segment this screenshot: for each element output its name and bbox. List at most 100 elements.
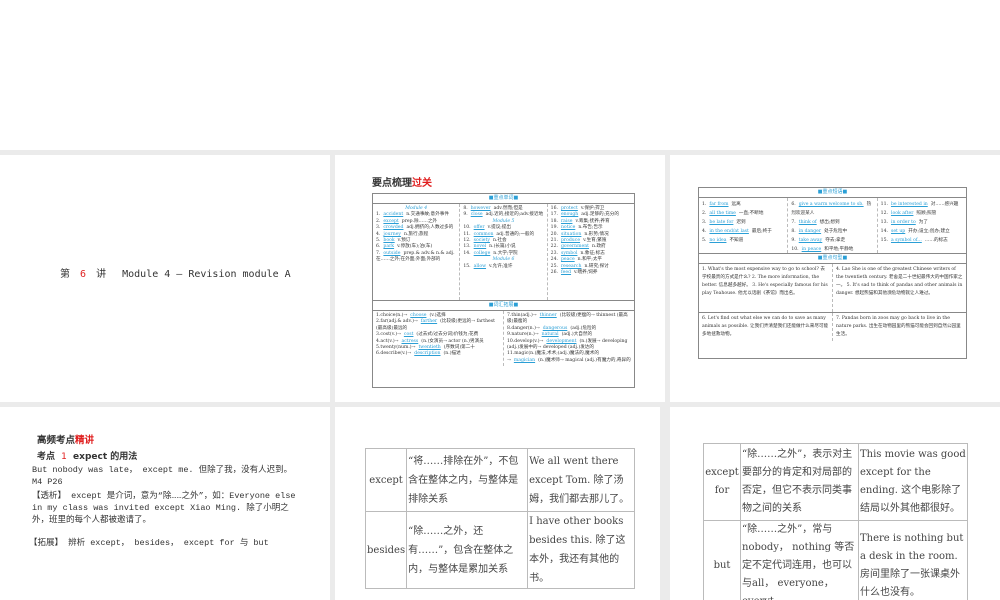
table-row: besides “除……之外，还有……”，包含在整体之内，与整体是累加关系 I ha… [364,511,635,589]
list-item: 9. close adj.近的;接近的;adv.接近地 [463,212,543,218]
item-number: 18. [550,218,558,224]
key-words-header: ■重点单词■ [373,194,634,204]
point-heading: 考点 1 expect 的用法 [37,449,137,462]
item-text: 不知道 [729,238,744,243]
slide-thumbnail-4[interactable]: 高频考点精讲 考点 1 expect 的用法 But nobody was la… [0,407,330,600]
item-text: (n.)描述 [443,351,461,357]
item-text: (adj.)大自然的 [561,332,593,338]
phrases-col-2: 6. give a warm welcome to sb. 热烈欢迎某人 7. thin… [788,198,878,254]
item-number: 14. [880,229,888,234]
item-text: n.象征;标志 [580,250,605,256]
answer-word: give a warm welcome to sb. [798,202,864,207]
slide-thumbnail-3[interactable]: ■重点短语■ 1. far from 远离 2. all the time 一直;不断地 3… [670,155,1000,402]
item-text: n.交通事故;意外事件 [406,212,449,218]
answer-word: in order to [890,220,916,225]
key-phrases-header: ■重点短语■ [699,188,966,198]
item-number: 8.danger(n.)→ [507,325,540,331]
item-text: v.允许;准许 [489,263,513,269]
item-number: 10. [791,247,799,252]
word-cell: except for [703,443,741,521]
item-number: 23. [550,250,558,256]
word-cell: but [703,520,741,600]
point-number: 1 [61,452,67,462]
point-label: 考点 [37,452,56,462]
module-title: Module 4 — Revision module A [122,269,291,280]
item-number: 13. [463,244,471,250]
item-number: 13. [880,220,888,225]
item-number: 3.cost(v.)→ [376,332,401,338]
slide-thumbnail-6[interactable]: except for “除……之外”，表示对主要部分的肯定和对局部的否定，但它不表… [670,407,1000,600]
meaning-cell: “将……排除在外”，不包含在整体之内，与整体是排除关系 [406,448,529,512]
title-black: 要点梳理 [372,178,412,189]
item-number: 2.far(adj.& adv.)→ [376,319,418,325]
answer-word: far from [709,202,729,207]
table-row: except “将……排除在外”，不包含在整体之内，与整体是排除关系 We all … [364,448,635,512]
example-cell: This movie was good except for the endin… [858,443,968,521]
answer-word: offer [473,225,485,231]
answer-word: cost [403,332,414,338]
title-prefix: 第 [60,269,70,280]
answer-word: research [560,263,582,269]
key-phrases-columns: 1. far from 远离 2. all the time 一直;不断地 3. be lat… [699,198,966,254]
item-number: 15. [463,263,471,269]
item-number: 11. [463,231,471,237]
words-col-2: 8. however adv.然而;但是 9. close adj.近的;接近的;adv.… [460,204,548,300]
item-text: n.形势;情况 [584,231,609,237]
item-number: 21. [550,238,558,244]
item-text: 一直;不断地 [738,211,764,216]
item-text: adj.普通的;一般的 [496,231,535,237]
list-item: 7.thin(adj.)→ thinner (比较级)更瘦的→ thinnest (… [507,313,631,326]
words-col-1: Module 4 1. accident n.交通事故;意外事件 2. except pre… [373,204,461,300]
sentences-row-2: 6. Let's find out what else we can do to… [699,313,966,341]
item-text: v.预订 [397,238,411,244]
item-number: 4.act(v.)→ [376,338,399,344]
item-text: n.布告;告示 [578,225,603,231]
list-item: 7. think of 想出;想到 [791,218,873,227]
item-text: n.社会 [492,238,507,244]
answer-word: all the time [709,211,736,216]
list-item: 26. feed v.喂养;饲养 [551,270,631,276]
item-text: (n.)女演员→ actor (n.)男演员 [421,338,484,344]
list-item: 15. a symbol of... ……的标志 [881,236,963,245]
table-row: but “除……之外”，常与nobody， nothing 等否定不定代词连用，也… [703,520,968,600]
item-text: 想出;想到 [819,220,840,225]
item-number: 5.twenty(num.)→ [376,345,416,351]
title-suffix: 讲 [96,269,107,280]
answer-word: except [383,218,399,224]
answer-word: notice [560,225,576,231]
heading-red: 精讲 [75,435,95,446]
item-text: 照顾;照管 [916,211,937,216]
item-number: 26. [550,270,558,276]
item-text: 开办;设立;创办;建立 [908,229,950,234]
item-text: n.旅行;旅程 [404,231,429,237]
answer-word: crowded [383,225,404,231]
slide-thumbnail-1[interactable]: 第 6 讲 Module 4 — Revision module A [0,155,330,402]
list-item: 9. take away 夺去;拿走 [791,236,873,245]
item-text: (n.)魔术师→ magical (adj.)有魔力的,奇异的 [538,357,631,363]
answer-word: close [470,212,483,218]
list-item: 4. in the end/at last 最后;终于 [702,227,784,236]
item-text: prep.除……之外 [401,218,438,224]
word-extension-header: ■词汇拓展■ [373,301,634,311]
answer-word: enough [560,212,579,218]
list-item: 10. in peace 和平地;平静地 [791,245,873,254]
list-item: 11.magic(n.)魔法,术术;(adj.)魔法的,魔术的→ magician… [507,351,631,364]
slide-thumbnail-2[interactable]: 要点梳理过关 ■重点单词■ Module 4 1. accident n.交通事故;意… [335,155,665,402]
answer-word: magician [513,357,536,363]
item-number: 1.choice(n.)→ [376,313,408,318]
item-number: 11. [880,202,888,207]
example-cell: There is nothing but a desk in the room.… [858,520,968,600]
item-number: 10. [463,225,471,231]
meaning-cell: “除……之外”，常与nobody， nothing 等否定不定代词连用，也可以与… [740,520,859,600]
item-number: 22. [550,244,558,250]
answer-word: symbol [560,250,578,256]
slide-thumbnail-5[interactable]: except “将……排除在外”，不包含在整体之内，与整体是排除关系 We all … [335,407,660,600]
item-number: 16. [550,206,558,211]
meaning-cell: “除……之外”，表示对主要部分的肯定和对局部的否定，但它不表示同类事物之间的关系 [740,443,859,521]
phrases-worksheet: ■重点短语■ 1. far from 远离 2. all the time 一直;不断地 3… [698,187,967,359]
words-col-3: 16. protect v.保护;捍卫 17. enough adj.足够的;充分的 18.… [548,204,634,300]
item-text: adv.然而;但是 [493,206,523,211]
item-text: n.政府 [592,244,606,250]
word-cell: except [364,448,408,512]
item-text: adj.足够的;充分的 [581,212,619,218]
